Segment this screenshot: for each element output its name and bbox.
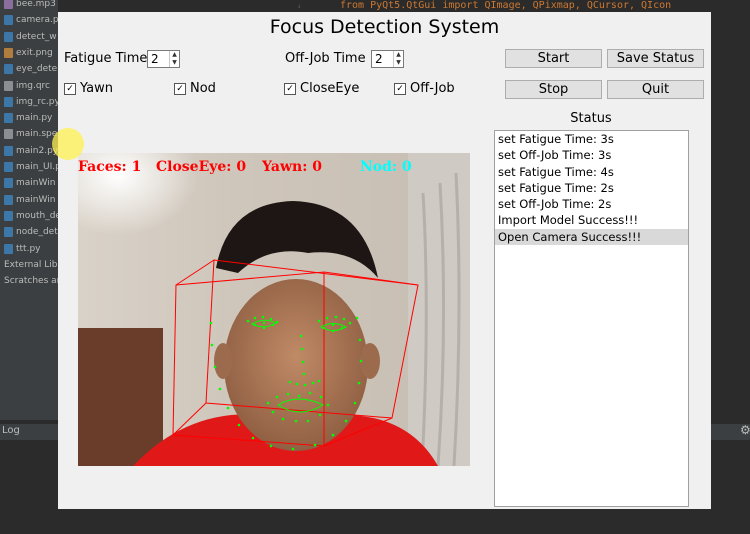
save-status-button[interactable]: Save Status [607, 49, 704, 68]
nod-checkbox-label: Nod [190, 81, 216, 96]
file-tree-item[interactable]: main.py [4, 110, 52, 126]
stop-button[interactable]: Stop [505, 80, 602, 99]
status-heading: Status [570, 111, 612, 126]
file-icon [4, 31, 13, 42]
file-tree-item-label: bee.mp3 [16, 0, 56, 9]
file-tree-item-label: main.py [16, 113, 53, 124]
status-item[interactable]: Open Camera Success!!! [495, 228, 688, 246]
camera-frame-image [78, 153, 470, 466]
file-tree-item-label: camera.p [16, 15, 59, 26]
fatigue-time-spinbox[interactable]: 2 ▲ ▼ [147, 50, 180, 68]
closeeye-count-overlay: CloseEye: 0 [156, 159, 247, 175]
offjob-checkbox[interactable]: ✓ Off-Job [394, 81, 455, 96]
file-icon [4, 194, 13, 205]
file-icon [4, 227, 13, 238]
file-icon [4, 243, 13, 254]
file-tree-item-label: ttt.py [16, 243, 41, 254]
file-tree-item[interactable]: camera.p [4, 12, 59, 28]
offjob-time-spinbox[interactable]: 2 ▲ ▼ [371, 50, 404, 68]
checkbox-checked-icon[interactable]: ✓ [174, 82, 186, 95]
file-tree-item-label: img.qrc [16, 80, 51, 91]
file-icon [4, 47, 13, 58]
cursor-highlight [52, 128, 84, 160]
status-item[interactable]: set Fatigue Time: 2s [495, 180, 688, 196]
file-tree-item[interactable]: main2.py [4, 143, 58, 159]
file-icon [4, 15, 13, 26]
file-icon [4, 80, 13, 91]
quit-button[interactable]: Quit [607, 80, 704, 99]
file-tree-item[interactable]: bee.mp3 [4, 0, 56, 12]
file-tree-item[interactable]: main.spe [4, 126, 57, 142]
file-tree-item-label: node_det [16, 227, 58, 238]
wooden-cabinet [78, 328, 163, 466]
offjob-checkbox-label: Off-Job [410, 81, 455, 96]
window-curtain [408, 153, 470, 466]
status-list[interactable]: set Fatigue Time: 3s set Off-Job Time: 3… [494, 130, 689, 507]
nod-count-overlay: Nod: 0 [360, 159, 412, 175]
focus-detection-window: Focus Detection System Fatigue Time 2 ▲ ▼… [58, 12, 711, 509]
file-tree-item[interactable]: img_rc.py [4, 94, 60, 110]
file-icon [4, 129, 13, 140]
file-tree-item[interactable]: main_UI.p [4, 159, 61, 175]
file-tree-item-label: detect_w [16, 31, 57, 42]
offjob-time-label: Off-Job Time [285, 51, 366, 66]
file-tree-item-label: img_rc.py [16, 96, 60, 107]
file-icon [4, 96, 13, 107]
file-tree-item-label: mainWin [16, 194, 56, 205]
log-tab[interactable]: Log [2, 425, 20, 436]
file-tree-item[interactable]: eye_dete [4, 61, 57, 77]
file-tree-item-label: mainWin [16, 178, 56, 189]
file-icon [4, 0, 13, 9]
file-tree-item[interactable]: exit.png [4, 45, 53, 61]
file-tree-item-label: main.spe [16, 129, 58, 140]
status-item[interactable]: Import Model Success!!! [495, 212, 688, 228]
file-icon [4, 178, 13, 189]
file-icon [4, 113, 13, 124]
file-tree-item[interactable]: mainWin [4, 175, 55, 191]
status-item[interactable]: set Fatigue Time: 4s [495, 164, 688, 180]
gear-icon[interactable]: ⚙ [740, 423, 750, 437]
yawn-count-overlay: Yawn: 0 [262, 159, 322, 175]
file-tree-item[interactable]: mouth_de [4, 208, 61, 224]
window-title: Focus Detection System [269, 16, 500, 38]
file-tree-item[interactable]: detect_w [4, 29, 57, 45]
yawn-checkbox-label: Yawn [80, 81, 113, 96]
fatigue-time-label: Fatigue Time [64, 51, 148, 66]
spin-arrows-icon[interactable]: ▲ ▼ [169, 51, 179, 67]
file-tree-item[interactable]: node_det [4, 224, 58, 240]
offjob-time-value: 2 [375, 52, 383, 66]
yawn-checkbox[interactable]: ✓ Yawn [64, 81, 113, 96]
file-icon [4, 145, 13, 156]
spin-arrows-icon[interactable]: ▲ ▼ [393, 51, 403, 67]
file-tree-item-label: exit.png [16, 47, 53, 58]
file-tree-item-label: eye_dete [16, 64, 58, 75]
checkbox-checked-icon[interactable]: ✓ [394, 82, 406, 95]
closeeye-checkbox[interactable]: ✓ CloseEye [284, 81, 359, 96]
file-icon [4, 64, 13, 75]
file-tree-item-label: main_UI.p [16, 162, 61, 172]
file-tree-item[interactable]: ttt.py [4, 241, 41, 257]
face [224, 279, 368, 451]
file-tree-item[interactable]: mainWin [4, 192, 55, 208]
file-tree-item[interactable]: img.qrc [4, 78, 50, 94]
camera-feed: Faces: 1 CloseEye: 0 Yawn: 0 Nod: 0 [78, 153, 470, 466]
start-button[interactable]: Start [505, 49, 602, 68]
file-icon [4, 210, 13, 221]
project-file-tree: bee.mp3 camera.p detect_w exit.png eye_detei… [0, 0, 68, 420]
faces-count-overlay: Faces: 1 [78, 159, 142, 175]
status-item[interactable]: set Off-Job Time: 2s [495, 196, 688, 212]
code-line-text: from PyQt5.QtGui import QImage, QPixmap,… [340, 0, 672, 11]
status-item[interactable]: set Fatigue Time: 3s [495, 131, 688, 147]
file-tree-item-label: mouth_de [16, 210, 61, 221]
checkbox-checked-icon[interactable]: ✓ [284, 82, 296, 95]
status-item[interactable]: set Off-Job Time: 3s [495, 147, 688, 163]
nod-checkbox[interactable]: ✓ Nod [174, 81, 216, 96]
checkbox-checked-icon[interactable]: ✓ [64, 82, 76, 95]
closeeye-checkbox-label: CloseEye [300, 81, 360, 96]
file-icon [4, 162, 13, 172]
fatigue-time-value: 2 [151, 52, 159, 66]
